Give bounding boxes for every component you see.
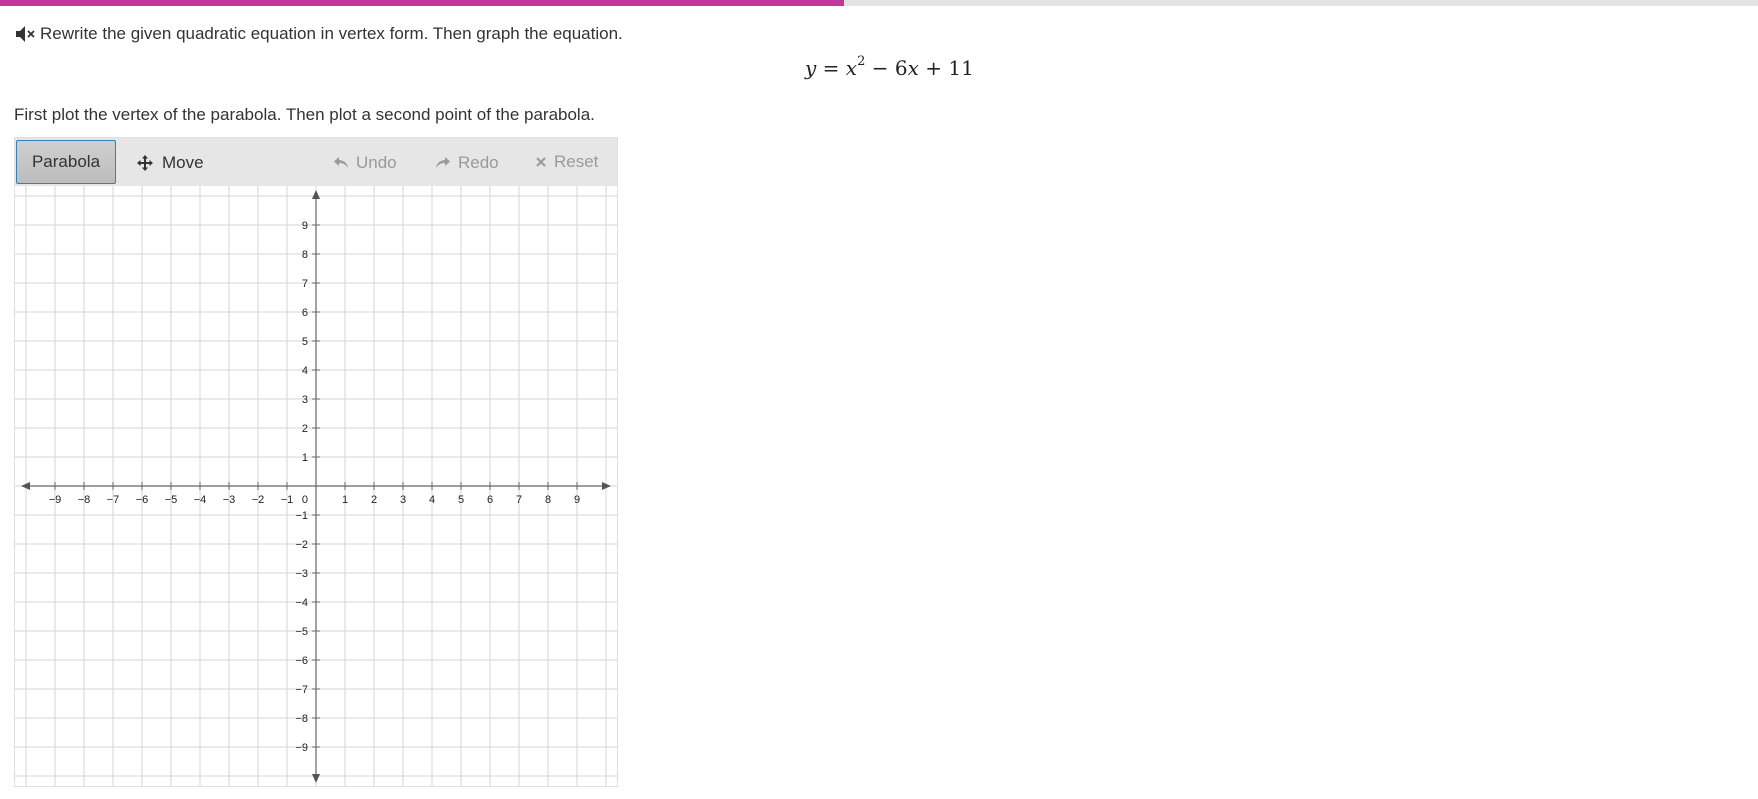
tick-labels: −9 −8 −7 −6 −5 −4 −3 −2 −1 1 2 3 4 5 6 7 8 9 9 8 7 6 5 4 3 2 1 −1 −2… (49, 220, 580, 754)
x-tick-label: −5 (165, 494, 178, 506)
x-tick-label: 7 (516, 494, 522, 506)
progress-bar-fill (0, 0, 844, 6)
reset-label: Reset (554, 152, 599, 171)
instruction-text: First plot the vertex of the parabola. T… (14, 105, 595, 124)
x-tick-label: 5 (458, 494, 464, 506)
y-tick-label: 2 (302, 423, 308, 435)
equation-op2: + (925, 56, 942, 80)
reset-button[interactable]: Reset (535, 139, 598, 185)
graphing-tool: Parabola Move Undo Redo Reset −9 −8 −7 −… (14, 137, 618, 787)
parabola-tool-label: Parabola (31, 152, 101, 171)
y-tick-label: 3 (302, 394, 308, 406)
x-tick-label: −2 (252, 494, 265, 506)
y-tick-label: −3 (295, 568, 308, 580)
x-tick-label: 3 (400, 494, 406, 506)
equation-coef: 6 (894, 56, 908, 80)
equation-exponent: 2 (857, 54, 866, 70)
axes (21, 190, 611, 783)
y-tick-label: −9 (295, 742, 308, 754)
undo-label: Undo (356, 153, 397, 172)
origin-label: 0 (302, 494, 308, 506)
y-tick-label: −4 (295, 597, 308, 609)
redo-arrow-icon (436, 157, 450, 168)
graph-toolbar: Parabola Move Undo Redo Reset (15, 138, 617, 186)
y-tick-label: −5 (295, 626, 308, 638)
progress-bar (0, 0, 1758, 6)
undo-button[interactable]: Undo (333, 140, 397, 186)
y-tick-label: 9 (302, 220, 308, 232)
speaker-muted-icon[interactable] (14, 23, 36, 45)
y-tick-label: 6 (302, 307, 308, 319)
x-tick-label: 8 (545, 494, 551, 506)
x-tick-label: 4 (429, 494, 435, 506)
y-tick-label: −7 (295, 684, 308, 696)
y-axis-arrow-down (312, 774, 320, 783)
prompt-text: Rewrite the given quadratic equation in … (40, 24, 623, 43)
move-tool-button[interactable]: Move (136, 140, 204, 186)
y-tick-label: 5 (302, 336, 308, 348)
x-tick-label: −8 (78, 494, 91, 506)
y-tick-label: 8 (302, 249, 308, 261)
quadratic-equation: y = x2 − 6x + 11 (805, 54, 974, 80)
equation-equals: = (822, 56, 840, 80)
y-axis-arrow-up (312, 190, 320, 199)
equation-var: x (907, 56, 919, 80)
equation-op1: − (871, 56, 889, 80)
question-prompt: Rewrite the given quadratic equation in … (14, 22, 623, 46)
y-tick-label: −2 (295, 539, 308, 551)
y-tick-label: 7 (302, 278, 308, 290)
parabola-tool-button[interactable]: Parabola (16, 140, 116, 184)
equation-constant: 11 (948, 56, 974, 80)
x-tick-label: 9 (574, 494, 580, 506)
undo-arrow-icon (334, 157, 348, 168)
equation-lhs: y (805, 56, 817, 80)
x-tick-label: 1 (342, 494, 348, 506)
redo-button[interactable]: Redo (435, 140, 499, 186)
x-tick-label: −4 (194, 494, 207, 506)
coordinate-plane[interactable]: −9 −8 −7 −6 −5 −4 −3 −2 −1 1 2 3 4 5 6 7 8 9 9 8 7 6 5 4 3 2 1 −1 −2… (15, 186, 617, 786)
move-arrows-icon (137, 155, 153, 171)
close-icon (536, 157, 546, 167)
x-tick-label: −9 (49, 494, 62, 506)
equation-base: x (845, 56, 858, 80)
move-tool-label: Move (162, 153, 204, 172)
x-tick-label: −1 (281, 494, 294, 506)
x-tick-label: 2 (371, 494, 377, 506)
y-tick-label: 1 (302, 452, 308, 464)
x-tick-label: −3 (223, 494, 236, 506)
y-tick-label: −1 (295, 510, 308, 522)
x-tick-label: −7 (107, 494, 120, 506)
x-tick-label: 6 (487, 494, 493, 506)
x-tick-label: −6 (136, 494, 149, 506)
y-tick-label: −8 (295, 713, 308, 725)
redo-label: Redo (458, 153, 499, 172)
y-tick-label: 4 (302, 365, 308, 377)
y-tick-label: −6 (295, 655, 308, 667)
